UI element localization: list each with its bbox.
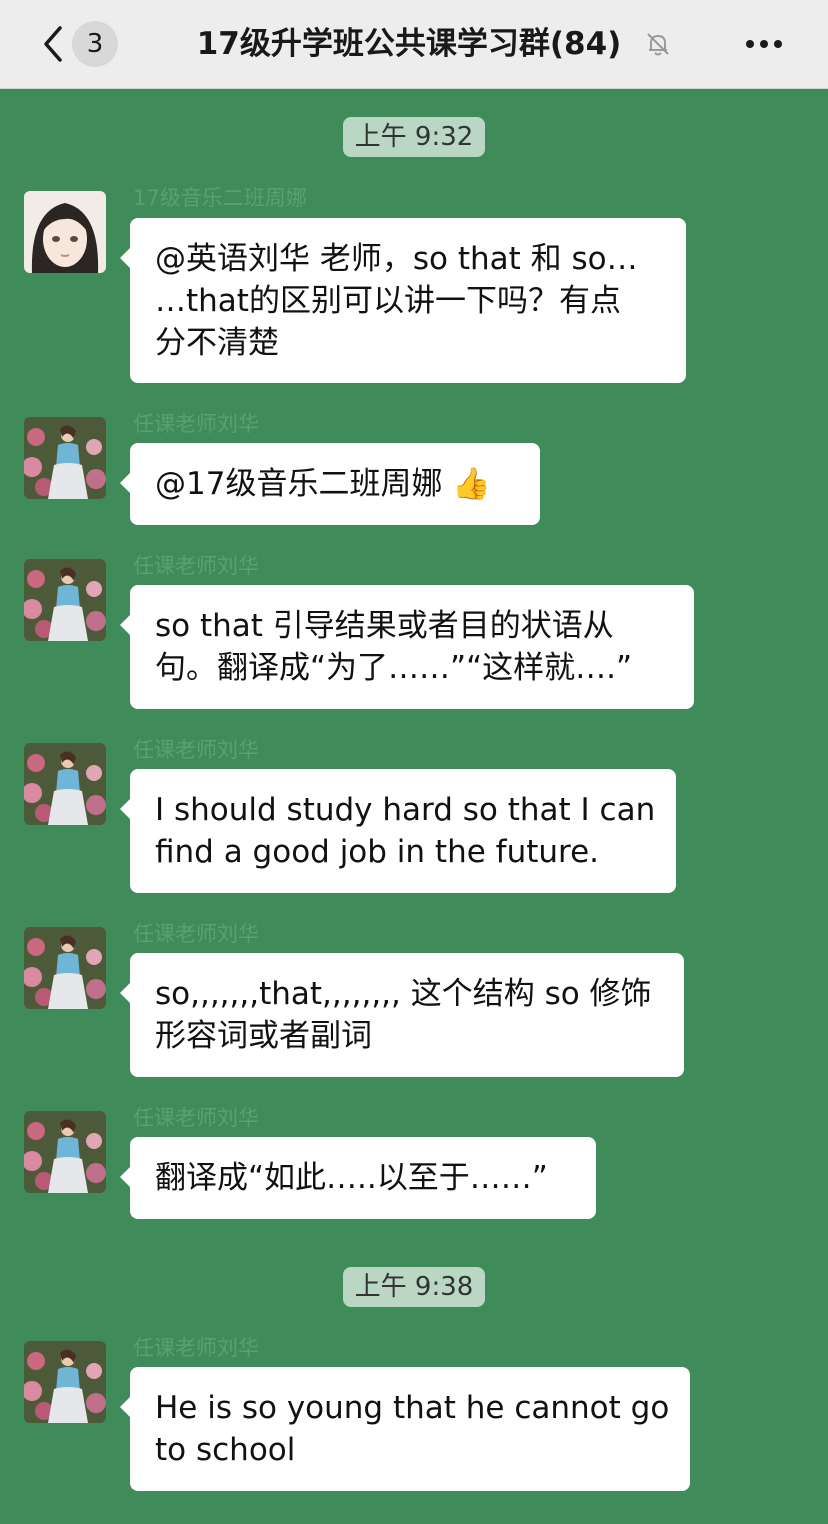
sender-name: 任课老师刘华: [133, 922, 259, 946]
timestamp: 上午 9:38: [0, 1267, 828, 1307]
avatar-teacher[interactable]: [24, 927, 106, 1009]
message-text: 翻译成“如此…..以至于……”: [155, 1160, 548, 1196]
message-text: to school: [155, 1432, 296, 1468]
message-text: I should study hard so that I can: [155, 792, 656, 828]
chat-title[interactable]: 17级升学班公共课学习群(84): [140, 22, 678, 66]
avatar-student[interactable]: [24, 191, 106, 273]
sender-name: 任课老师刘华: [133, 1336, 259, 1360]
timestamp: 上午 9:32: [0, 117, 828, 157]
message-text: 分不清楚: [155, 325, 279, 361]
message-bubble[interactable]: He is so young that he cannot go to scho…: [120, 1367, 690, 1491]
avatar-teacher[interactable]: [24, 1341, 106, 1423]
message-text: 形容词或者副词: [155, 1018, 372, 1054]
message-bubble[interactable]: @17级音乐二班周娜 👍: [120, 443, 540, 525]
message-text: …that的区别可以讲一下吗？有点: [155, 283, 621, 319]
sender-name: 任课老师刘华: [133, 554, 259, 578]
avatar-teacher[interactable]: [24, 559, 106, 641]
message-bubble[interactable]: so that 引导结果或者目的状语从 句。翻译成“为了……”“这样就….”: [120, 585, 694, 709]
avatar-teacher[interactable]: [24, 417, 106, 499]
message-text: @17级音乐二班周娜 👍: [155, 463, 516, 505]
sender-name: 17级音乐二班周娜: [133, 186, 307, 210]
message-bubble[interactable]: @英语刘华 老师，so that 和 so… …that的区别可以讲一下吗？有点…: [120, 218, 686, 383]
message-bubble[interactable]: so,,,,,,,that,,,,,,,, 这个结构 so 修饰 形容词或者副词: [120, 953, 684, 1077]
message-text: find a good job in the future.: [155, 834, 600, 870]
message-text: so that 引导结果或者目的状语从: [155, 608, 614, 644]
chat-header: 3 17级升学班公共课学习群(84): [0, 0, 828, 89]
more-dots-icon[interactable]: [742, 30, 786, 58]
timestamp-label: 上午 9:32: [342, 117, 486, 157]
timestamp-label: 上午 9:38: [342, 1267, 486, 1307]
message-text: He is so young that he cannot go: [155, 1390, 670, 1426]
message-text: so,,,,,,,that,,,,,,,, 这个结构 so 修饰: [155, 976, 652, 1012]
sender-name: 任课老师刘华: [133, 738, 259, 762]
message-text: @英语刘华 老师，so that 和 so…: [155, 241, 638, 277]
avatar-teacher[interactable]: [24, 743, 106, 825]
message-bubble[interactable]: 翻译成“如此…..以至于……”: [120, 1137, 596, 1219]
chevron-left-icon[interactable]: [34, 24, 74, 64]
message-bubble[interactable]: I should study hard so that I can find a…: [120, 769, 676, 893]
sender-name: 任课老师刘华: [133, 1106, 259, 1130]
avatar-teacher[interactable]: [24, 1111, 106, 1193]
unread-count-badge[interactable]: 3: [72, 21, 118, 67]
message-text-part: @17级音乐二班周娜: [155, 466, 443, 502]
bell-off-icon: [644, 30, 672, 58]
sender-name: 任课老师刘华: [133, 412, 259, 436]
thumbs-up-icon: 👍: [452, 466, 491, 502]
message-text: 句。翻译成“为了……”“这样就….”: [155, 650, 633, 686]
